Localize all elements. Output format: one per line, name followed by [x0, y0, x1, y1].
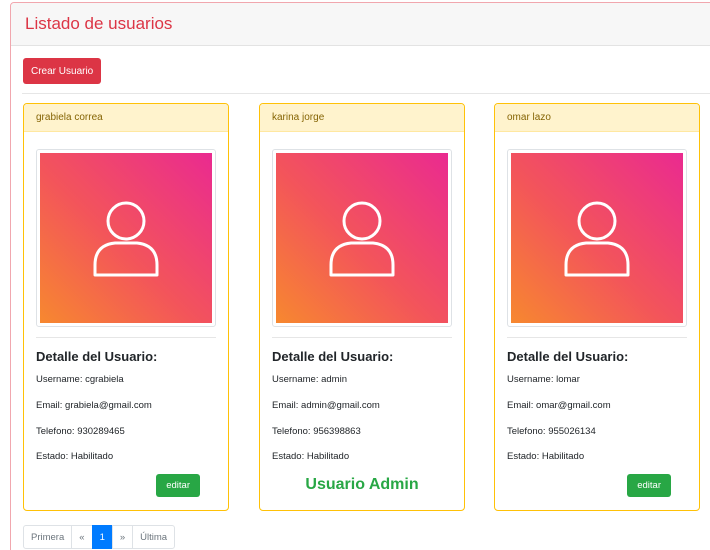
- email-text: Email: admin@gmail.com: [272, 400, 380, 411]
- admin-badge: Usuario Admin: [305, 476, 419, 493]
- page-last-link[interactable]: Última: [132, 525, 176, 549]
- avatar: [36, 149, 216, 327]
- status-text: Estado: Habilitado: [36, 451, 114, 462]
- user-card: karina jorge Detalle del Usuario: Userna…: [259, 103, 465, 511]
- divider: [22, 93, 710, 94]
- email-text: Email: grabiela@gmail.com: [36, 400, 152, 411]
- detail-title: Detalle del Usuario:: [507, 349, 629, 364]
- panel-header: Listado de usuarios: [11, 3, 710, 46]
- user-icon: [564, 201, 630, 277]
- pagination: Primera « 1 » Última: [23, 525, 176, 549]
- card-header: grabiela correa: [24, 104, 228, 132]
- email-text: Email: omar@gmail.com: [507, 400, 611, 411]
- page-first-link[interactable]: Primera: [23, 525, 73, 549]
- avatar: [507, 149, 687, 327]
- card-header: omar lazo: [495, 104, 699, 132]
- card-divider: [272, 337, 452, 338]
- phone-text: Telefono: 955026134: [507, 426, 596, 437]
- edit-button[interactable]: editar: [156, 474, 200, 497]
- create-user-button[interactable]: Crear Usuario: [23, 58, 102, 84]
- user-card: grabiela correa Detalle del Usuario: Use…: [23, 103, 229, 511]
- card-divider: [507, 337, 687, 338]
- page-title: Listado de usuarios: [25, 14, 173, 33]
- status-text: Estado: Habilitado: [507, 451, 585, 462]
- user-card: omar lazo Detalle del Usuario: Username:…: [494, 103, 700, 511]
- avatar: [272, 149, 452, 327]
- username-text: Username: cgrabiela: [36, 374, 124, 385]
- user-icon: [93, 201, 159, 277]
- phone-text: Telefono: 956398863: [272, 426, 361, 437]
- status-text: Estado: Habilitado: [272, 451, 350, 462]
- edit-button[interactable]: editar: [627, 474, 671, 497]
- username-text: Username: admin: [272, 374, 347, 385]
- username-text: Username: lomar: [507, 374, 580, 385]
- phone-text: Telefono: 930289465: [36, 426, 125, 437]
- card-header: karina jorge: [260, 104, 464, 132]
- page-current-link[interactable]: 1: [91, 525, 113, 549]
- user-icon: [329, 201, 395, 277]
- detail-title: Detalle del Usuario:: [36, 349, 158, 364]
- page-prev-link[interactable]: «: [71, 525, 93, 549]
- page-next-link[interactable]: »: [111, 525, 134, 549]
- card-divider: [36, 337, 216, 338]
- detail-title: Detalle del Usuario:: [272, 349, 394, 364]
